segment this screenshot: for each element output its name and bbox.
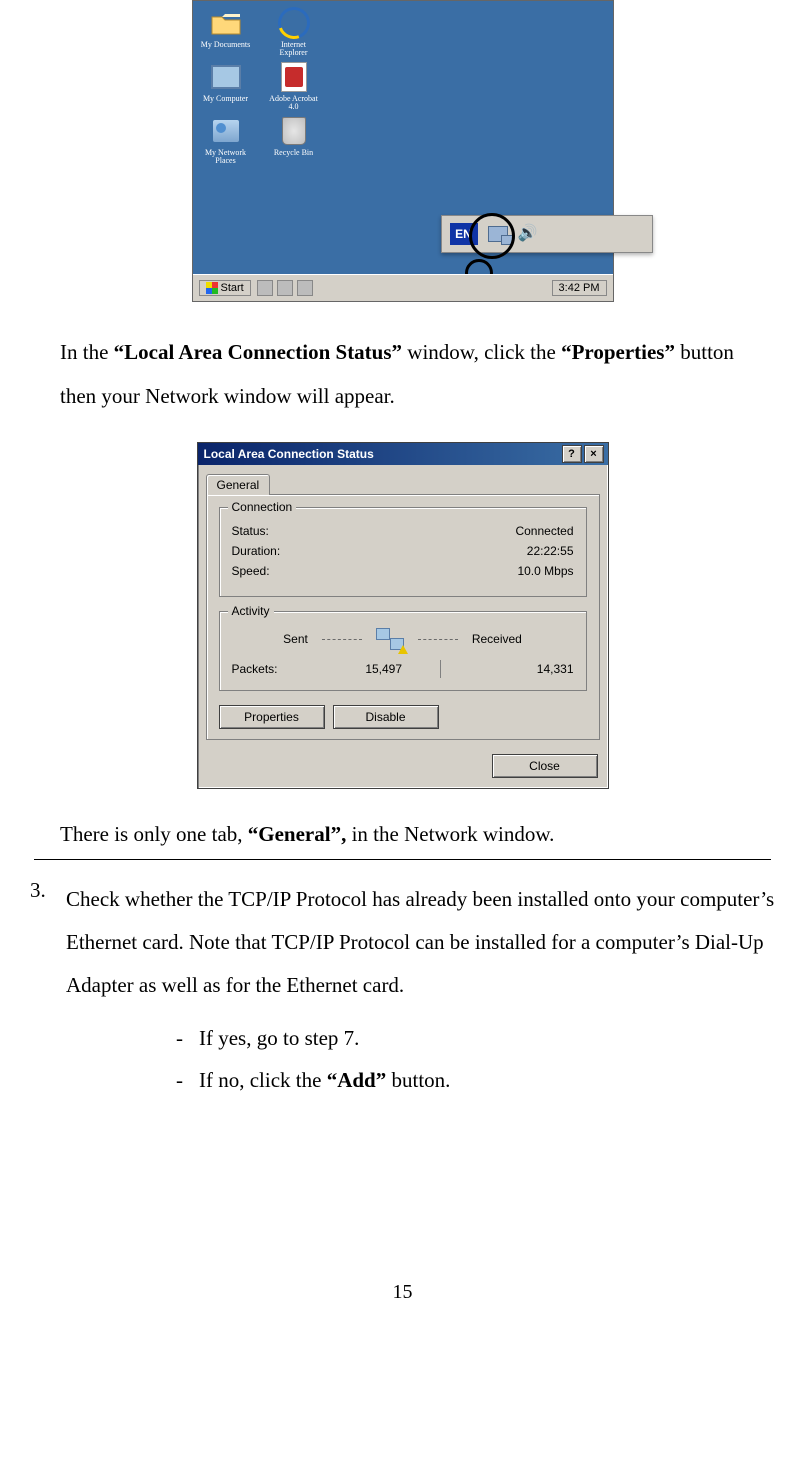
bullet-item: - If no, click the “Add” button. xyxy=(176,1059,775,1101)
dash-line-icon xyxy=(418,639,458,640)
packets-label: Packets: xyxy=(232,662,278,676)
windows-logo-icon xyxy=(206,282,218,294)
quick-launch xyxy=(257,280,313,296)
bold-text: “Properties” xyxy=(561,340,675,364)
groupbox-legend: Connection xyxy=(228,500,297,514)
packets-received-value: 14,331 xyxy=(449,662,573,676)
text: in the Network window. xyxy=(346,822,554,846)
icon-label: Recycle Bin xyxy=(274,149,313,157)
instruction-paragraph: In the “Local Area Connection Status” wi… xyxy=(60,330,775,418)
help-button[interactable]: ? xyxy=(562,445,582,463)
quick-launch-item[interactable] xyxy=(297,280,313,296)
ie-icon xyxy=(278,7,310,39)
window-title: Local Area Connection Status xyxy=(204,447,374,461)
bullet-dash: - xyxy=(176,1059,183,1101)
icon-label: My Network Places xyxy=(201,149,251,165)
dash-line-icon xyxy=(322,639,362,640)
disable-button[interactable]: Disable xyxy=(333,705,439,729)
sent-label: Sent xyxy=(283,632,308,646)
close-button[interactable]: × xyxy=(584,445,604,463)
desktop-icon-my-documents[interactable]: My Documents xyxy=(201,7,251,57)
close-icon: × xyxy=(590,449,596,460)
tab-strip: General xyxy=(198,465,608,494)
monitor-icon xyxy=(210,61,242,93)
system-tray: EN 🔊 xyxy=(441,215,653,253)
quick-launch-item[interactable] xyxy=(277,280,293,296)
bold-text: “Add” xyxy=(327,1068,387,1092)
desktop-icon-recycle-bin[interactable]: Recycle Bin xyxy=(269,115,319,165)
taskbar-clock[interactable]: 3:42 PM xyxy=(552,280,607,296)
desktop-icon-ie[interactable]: Internet Explorer xyxy=(269,7,319,57)
page-number: 15 xyxy=(30,1281,775,1304)
step-number: 3. xyxy=(30,878,52,1101)
warning-icon xyxy=(398,645,408,654)
start-button[interactable]: Start xyxy=(199,280,251,296)
quick-launch-item[interactable] xyxy=(257,280,273,296)
icon-label: Adobe Acrobat 4.0 xyxy=(269,95,319,111)
status-value: Connected xyxy=(515,524,573,538)
icon-label: My Computer xyxy=(203,95,248,103)
bold-text: “General”, xyxy=(248,822,347,846)
horizontal-rule xyxy=(34,859,771,860)
instruction-paragraph: There is only one tab, “General”, in the… xyxy=(60,815,775,855)
groupbox-legend: Activity xyxy=(228,604,274,618)
status-label: Status: xyxy=(232,524,269,538)
bullet-dash: - xyxy=(176,1017,183,1059)
desktop-icon-acrobat[interactable]: Adobe Acrobat 4.0 xyxy=(269,61,319,111)
bullet-item: - If yes, go to step 7. xyxy=(176,1017,775,1059)
step-bullets: - If yes, go to step 7. - If no, click t… xyxy=(176,1017,775,1101)
icon-label: Internet Explorer xyxy=(269,41,319,57)
close-dialog-button[interactable]: Close xyxy=(492,754,598,778)
bold-text: “Local Area Connection Status” xyxy=(114,340,402,364)
recycle-bin-icon xyxy=(278,115,310,147)
window-titlebar[interactable]: Local Area Connection Status ? × xyxy=(198,443,608,465)
local-area-connection-status-window: Local Area Connection Status ? × General… xyxy=(197,442,609,789)
icon-label: My Documents xyxy=(201,41,251,49)
text: window, click the xyxy=(402,340,561,364)
network-activity-icon xyxy=(376,628,404,650)
duration-value: 22:22:55 xyxy=(527,544,574,558)
language-indicator[interactable]: EN xyxy=(450,223,478,245)
received-label: Received xyxy=(472,632,522,646)
speed-label: Speed: xyxy=(232,564,270,578)
speed-value: 10.0 Mbps xyxy=(517,564,573,578)
packets-sent-value: 15,497 xyxy=(278,662,432,676)
start-label: Start xyxy=(221,282,244,294)
network-tray-icon[interactable] xyxy=(488,226,508,242)
speaker-icon[interactable]: 🔊 xyxy=(518,226,538,242)
help-icon: ? xyxy=(568,449,575,460)
network-places-icon xyxy=(210,115,242,147)
desktop-icon-my-computer[interactable]: My Computer xyxy=(201,61,251,111)
folder-icon xyxy=(210,7,242,39)
desktop-icons: My Documents Internet Explorer My Comput… xyxy=(201,7,331,165)
step-3-block: 3. Check whether the TCP/IP Protocol has… xyxy=(30,878,775,1101)
text: If no, click the xyxy=(199,1068,327,1092)
text: In the xyxy=(60,340,114,364)
separator-icon xyxy=(440,660,441,678)
groupbox-activity: Activity Sent Received Packets: 15,497 1… xyxy=(219,611,587,691)
desktop-screenshot: My Documents Internet Explorer My Comput… xyxy=(192,0,614,302)
text: If yes, go to step 7. xyxy=(199,1026,359,1050)
text: There is only one tab, xyxy=(60,822,248,846)
groupbox-connection: Connection Status: Connected Duration: 2… xyxy=(219,507,587,597)
duration-label: Duration: xyxy=(232,544,281,558)
tab-panel-general: Connection Status: Connected Duration: 2… xyxy=(206,494,600,740)
taskbar: Start 3:42 PM xyxy=(193,274,613,301)
desktop-icon-network-places[interactable]: My Network Places xyxy=(201,115,251,165)
text: button. xyxy=(386,1068,450,1092)
properties-button[interactable]: Properties xyxy=(219,705,325,729)
acrobat-icon xyxy=(278,61,310,93)
tab-general[interactable]: General xyxy=(206,474,271,495)
step-text: Check whether the TCP/IP Protocol has al… xyxy=(66,878,775,1007)
